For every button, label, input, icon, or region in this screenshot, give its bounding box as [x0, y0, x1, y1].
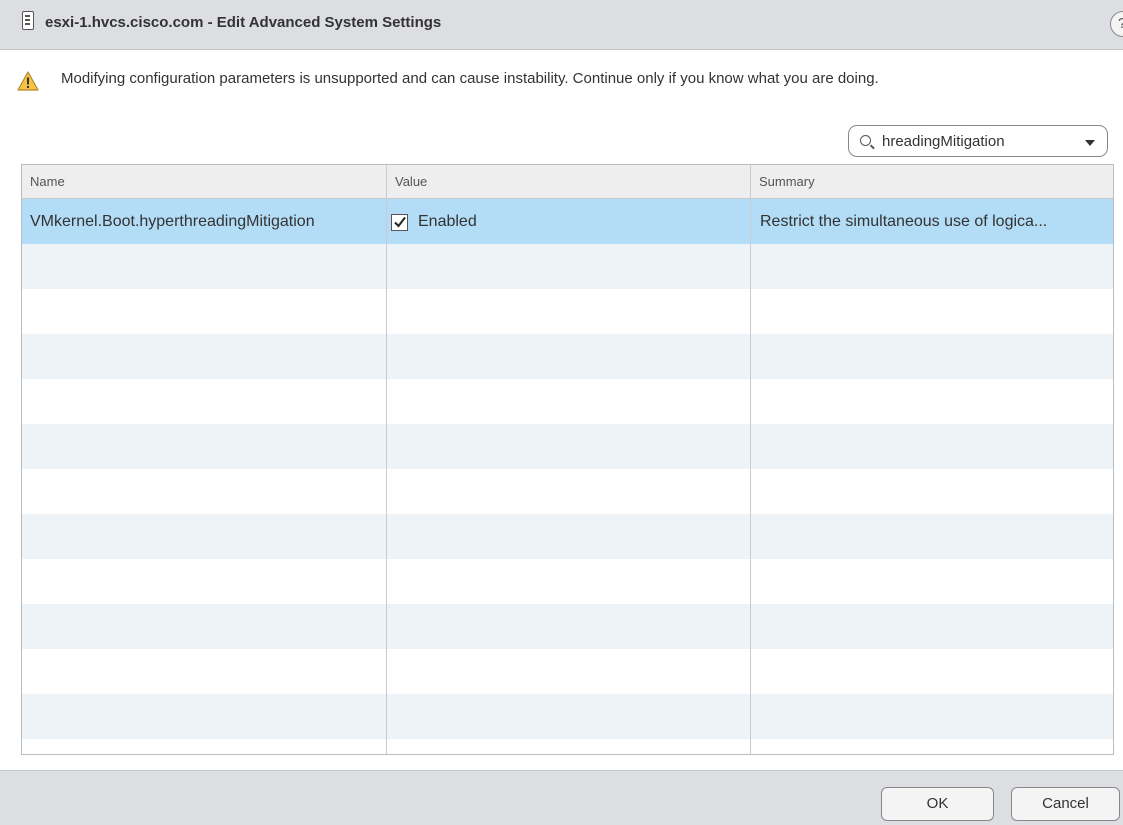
- host-icon: [22, 11, 34, 30]
- table-row[interactable]: VMkernel.Boot.hyperthreadingMitigation E…: [22, 199, 1113, 244]
- dialog-titlebar: esxi-1.hvcs.cisco.com - Edit Advanced Sy…: [0, 0, 1123, 50]
- help-icon[interactable]: ?: [1110, 11, 1123, 37]
- empty-row: [22, 424, 1113, 469]
- setting-value-label: Enabled: [418, 213, 477, 230]
- chevron-down-icon[interactable]: [1085, 140, 1095, 146]
- setting-name-cell: VMkernel.Boot.hyperthreadingMitigation: [30, 213, 315, 230]
- empty-row: [22, 694, 1113, 739]
- empty-row: [22, 469, 1113, 514]
- empty-row: [22, 649, 1113, 694]
- setting-value-cell: Enabled: [387, 199, 751, 244]
- column-divider[interactable]: [386, 165, 387, 754]
- empty-row: [22, 514, 1113, 559]
- settings-grid: Name Value Summary VMkernel.Boot.hyperth…: [21, 164, 1114, 755]
- ok-button[interactable]: OK: [881, 787, 994, 821]
- empty-row: [22, 604, 1113, 649]
- empty-row: [22, 559, 1113, 604]
- warning-message: Modifying configuration parameters is un…: [61, 70, 879, 87]
- enabled-checkbox[interactable]: [391, 214, 408, 231]
- cancel-button[interactable]: Cancel: [1011, 787, 1120, 821]
- search-input[interactable]: hreadingMitigation: [882, 133, 1005, 150]
- column-header-name[interactable]: Name: [22, 165, 387, 199]
- setting-summary-cell: Restrict the simultaneous use of logica.…: [760, 213, 1048, 230]
- empty-row: [22, 244, 1113, 289]
- search-filter-field[interactable]: hreadingMitigation: [848, 125, 1108, 157]
- warning-triangle-icon: [17, 71, 39, 96]
- empty-row: [22, 379, 1113, 424]
- column-divider[interactable]: [750, 165, 751, 754]
- empty-row: [22, 289, 1113, 334]
- column-header-summary[interactable]: Summary: [751, 165, 1113, 199]
- empty-row: [22, 739, 1113, 754]
- dialog-title: esxi-1.hvcs.cisco.com - Edit Advanced Sy…: [45, 14, 442, 31]
- column-header-value[interactable]: Value: [387, 165, 751, 199]
- empty-row: [22, 334, 1113, 379]
- search-icon: [860, 135, 871, 146]
- grid-header: Name Value Summary: [22, 165, 1113, 199]
